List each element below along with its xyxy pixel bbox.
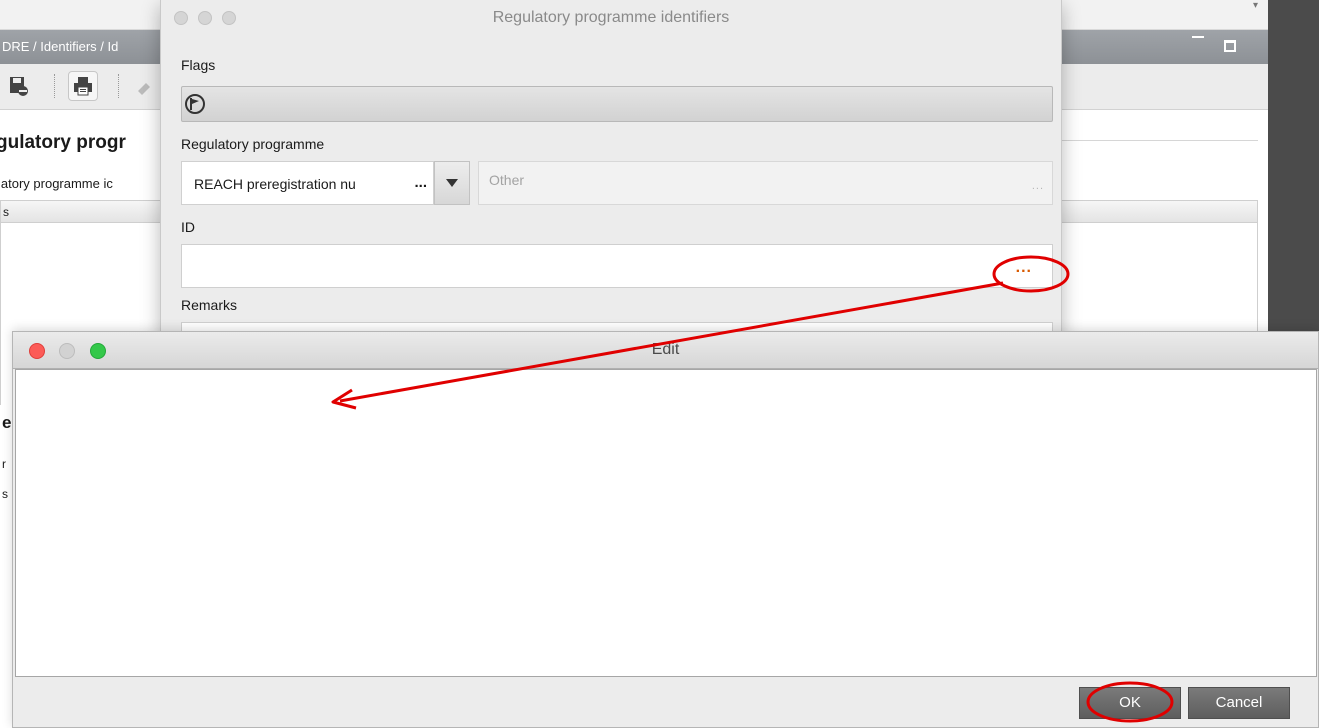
toolbar-separator [118,74,119,98]
dialog-titlebar: Regulatory programme identifiers [161,0,1061,40]
regulatory-programme-value: REACH preregistration nu [194,176,356,192]
disabled-tool-icon [130,71,160,101]
edit-titlebar: Edit [13,332,1318,369]
other-field[interactable]: Other ... [478,161,1053,205]
page-subheading: latory programme ic [0,176,113,191]
flag-icon[interactable] [184,93,206,118]
partial-text: r [2,457,6,471]
toolbar-separator [54,74,55,98]
minimize-icon[interactable] [1192,36,1204,40]
id-field[interactable]: ... [181,244,1053,288]
other-placeholder: Other [489,172,525,188]
edit-text-area[interactable] [15,369,1317,677]
ok-button[interactable]: OK [1079,687,1181,719]
page-heading: gulatory progr [0,132,126,153]
dropdown-arrow-button[interactable] [434,161,470,205]
chevron-down-icon: ▾ [1252,0,1258,11]
chevron-down-icon [446,179,458,187]
regulatory-programme-dialog: Regulatory programme identifiers Flags R… [160,0,1062,340]
flags-bar[interactable] [181,86,1053,122]
id-label: ID [181,219,195,235]
breadcrumb: DRE / Identifiers / Id [2,39,119,54]
edit-dialog: Edit OK Cancel [12,331,1319,728]
maximize-icon[interactable] [1224,40,1236,52]
regulatory-programme-label: Regulatory programme [181,136,325,152]
regulatory-programme-select[interactable]: REACH preregistration nu ... [181,161,434,205]
print-icon[interactable] [68,71,98,101]
cancel-button[interactable]: Cancel [1188,687,1290,719]
edit-dialog-title: Edit [651,341,680,358]
divider [1060,140,1258,141]
dialog-title: Regulatory programme identifiers [492,9,730,26]
save-comment-icon[interactable] [4,71,34,101]
partial-text: e [2,413,12,432]
other-more-icon: ... [1031,180,1044,192]
more-icon[interactable]: ... [414,174,427,191]
partial-text: s [2,487,8,501]
id-more-button[interactable]: ... [1016,259,1032,277]
flags-label: Flags [181,57,216,73]
remarks-label: Remarks [181,297,238,313]
